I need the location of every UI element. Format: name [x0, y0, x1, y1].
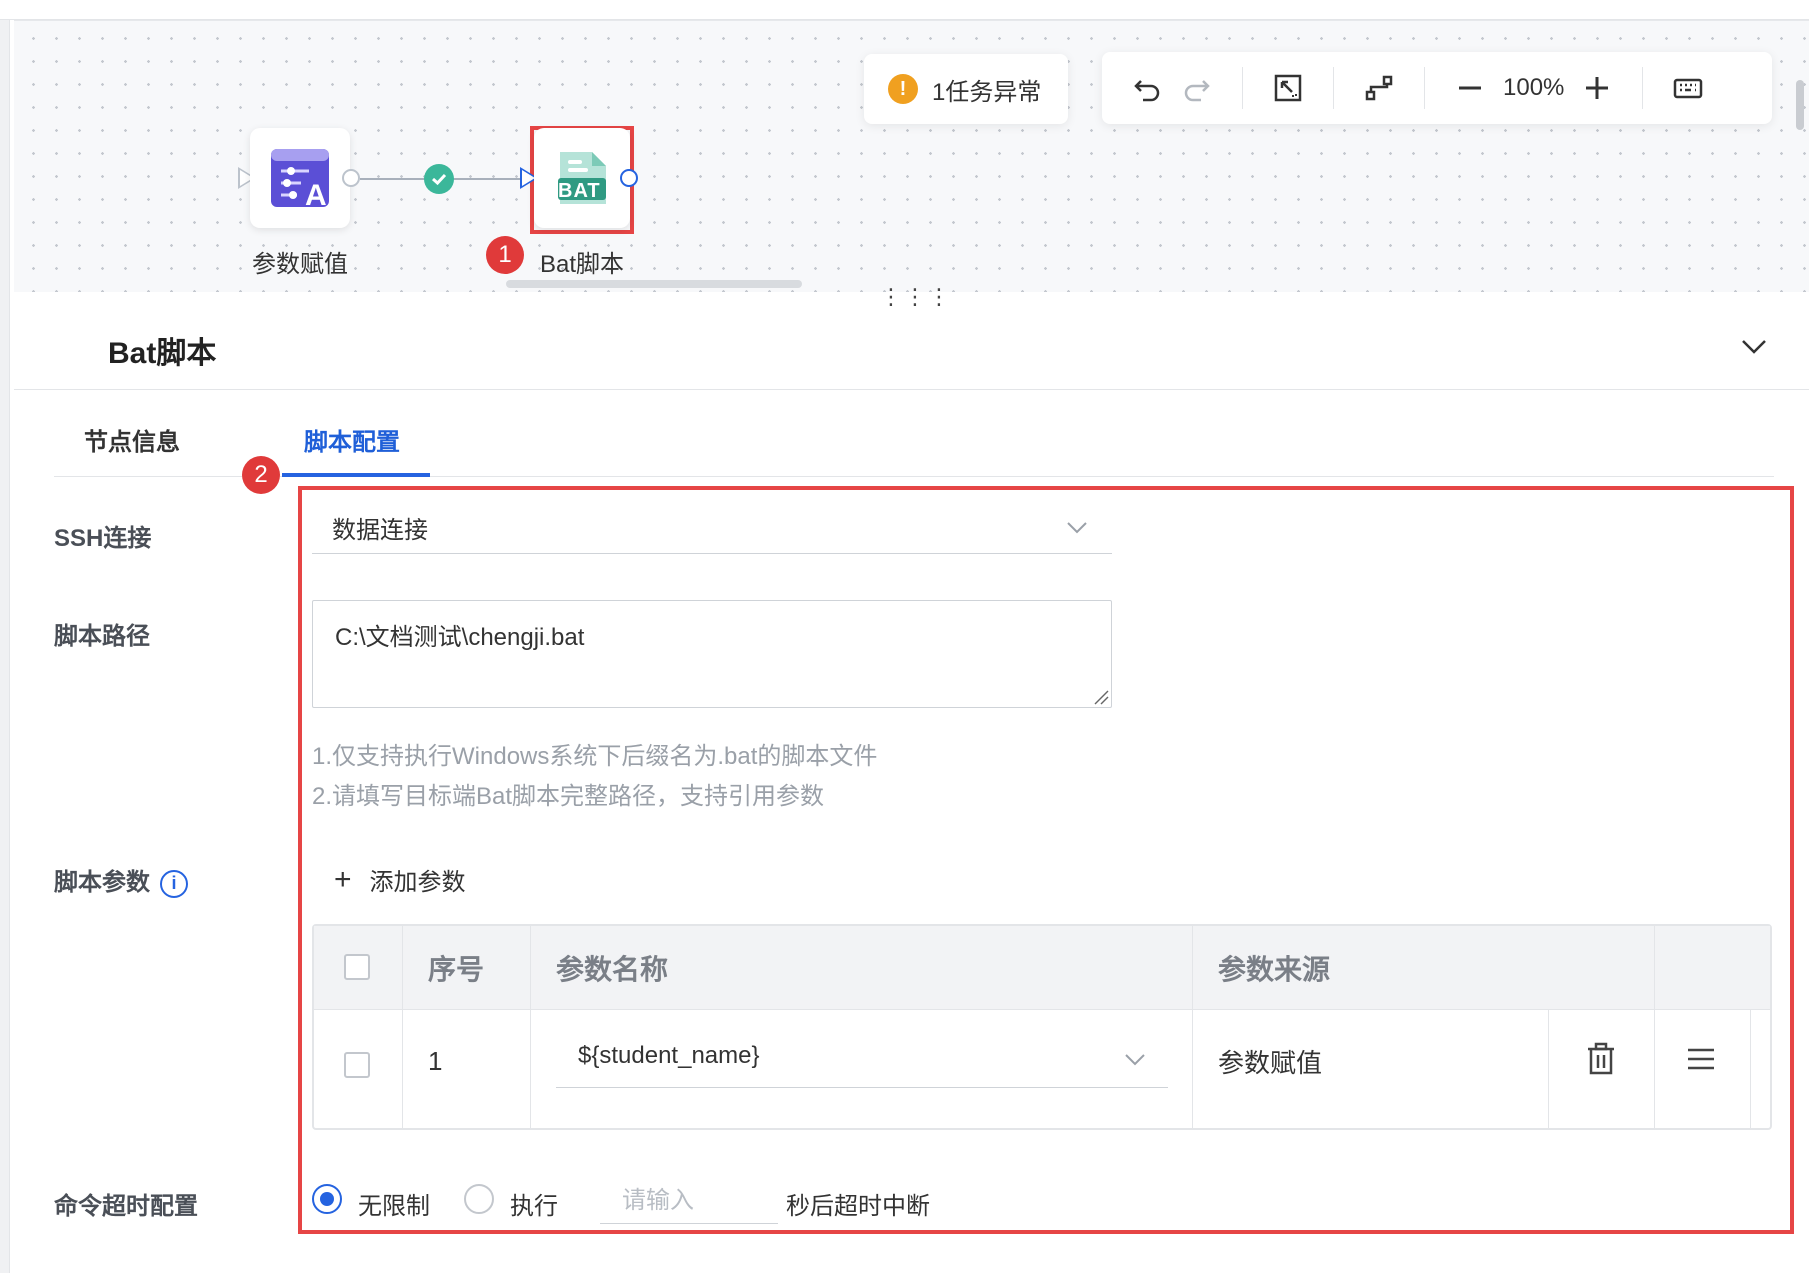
column-divider — [1548, 1010, 1549, 1128]
plus-icon — [1586, 77, 1609, 99]
script-path-input[interactable]: C:\文档测试\chengji.bat — [312, 600, 1112, 708]
params-table: 序号 参数名称 参数来源 1 ${student_name} 参数赋值 — [312, 924, 1772, 1130]
ssh-label: SSH连接 — [54, 525, 152, 552]
row-checkbox[interactable] — [344, 1052, 370, 1078]
canvas-scrollbar-horizontal[interactable] — [506, 280, 802, 288]
redo-button[interactable] — [1172, 63, 1222, 113]
column-divider — [1654, 926, 1655, 1128]
resize-grip-icon[interactable] — [1093, 689, 1109, 705]
chevron-down-icon — [1125, 1054, 1145, 1066]
task-alert[interactable]: ! 1任务异常 — [864, 54, 1068, 124]
node-bat-script[interactable]: BAT — [534, 128, 630, 228]
auto-layout-icon — [1365, 75, 1393, 101]
column-header-param-name: 参数名称 — [556, 954, 669, 985]
script-path-label: 脚本路径 — [54, 623, 150, 650]
column-divider — [402, 926, 403, 1128]
delete-row-button[interactable] — [1584, 1042, 1618, 1081]
alert-text: 1任务异常 — [932, 78, 1042, 106]
script-params-label: 脚本参数 i — [54, 862, 188, 898]
param-name-value: ${student_name} — [578, 1042, 760, 1069]
canvas-scrollbar-vertical[interactable] — [1796, 80, 1804, 130]
panel-divider — [14, 389, 1809, 390]
redo-icon — [1184, 80, 1210, 102]
timeout-suffix: 秒后超时中断 — [786, 1193, 930, 1220]
ssh-connection-value: 数据连接 — [332, 517, 428, 544]
drag-handle-icon — [1688, 1048, 1714, 1070]
active-tab-indicator — [282, 473, 430, 477]
timeout-label: 命令超时配置 — [54, 1193, 198, 1220]
collapse-panel-button[interactable] — [1738, 330, 1770, 362]
toolbar-separator — [1424, 67, 1425, 109]
annotation-badge-2: 2 — [242, 456, 280, 494]
param-assign-icon: A — [271, 149, 329, 209]
select-all-checkbox[interactable] — [344, 954, 370, 980]
trash-icon — [1588, 1042, 1614, 1075]
add-param-button[interactable]: + 添加参数 — [334, 862, 466, 897]
column-divider — [1192, 926, 1193, 1128]
ssh-connection-select[interactable]: 数据连接 — [312, 502, 1112, 554]
column-header-param-source: 参数来源 — [1218, 954, 1331, 985]
column-divider — [530, 926, 531, 1128]
undo-button[interactable] — [1122, 63, 1172, 113]
chevron-down-icon — [1742, 340, 1766, 354]
radio-execute[interactable] — [464, 1184, 494, 1214]
hint-line-2: 2.请填写目标端Bat脚本完整路径，支持引用参数 — [312, 783, 825, 810]
script-path-value: C:\文档测试\chengji.bat — [335, 624, 585, 651]
timeout-seconds-input[interactable]: 请输入 — [600, 1180, 778, 1224]
column-header-index: 序号 — [428, 954, 485, 985]
toolbar-separator — [1242, 67, 1243, 109]
node-output-port[interactable] — [620, 169, 638, 187]
fit-view-button[interactable] — [1263, 63, 1313, 113]
svg-text:A: A — [305, 179, 327, 209]
zoom-in-button[interactable] — [1572, 63, 1622, 113]
canvas-toolbar: 100% — [1102, 52, 1772, 124]
chevron-down-icon — [1067, 522, 1087, 534]
column-divider — [1750, 1010, 1751, 1128]
timeout-placeholder: 请输入 — [622, 1187, 694, 1214]
panel-resize-handle[interactable]: ⋮⋮⋮ — [880, 284, 952, 310]
row-index: 1 — [428, 1045, 443, 1076]
tab-node-info[interactable]: 节点信息 — [84, 422, 180, 457]
param-name-select[interactable]: ${student_name} — [556, 1038, 1168, 1088]
add-param-label: 添加参数 — [369, 869, 466, 896]
auto-layout-button[interactable] — [1354, 63, 1404, 113]
bat-icon-text: BAT — [558, 180, 601, 202]
drag-row-handle[interactable] — [1684, 1042, 1718, 1081]
radio-unlimited[interactable] — [312, 1184, 342, 1214]
param-source-value: 参数赋值 — [1218, 1047, 1323, 1078]
tab-script-config[interactable]: 脚本配置 — [304, 422, 400, 457]
radio-unlimited-label[interactable]: 无限制 — [358, 1186, 430, 1221]
panel-title: Bat脚本 — [108, 337, 217, 370]
edge-success-icon — [424, 164, 454, 194]
toolbar-separator — [1642, 67, 1644, 109]
node-output-port[interactable] — [342, 169, 360, 187]
minus-icon — [1459, 86, 1481, 90]
fit-view-icon — [1274, 74, 1302, 102]
zoom-out-button[interactable] — [1445, 63, 1495, 113]
info-icon[interactable]: i — [160, 869, 188, 898]
table-header — [314, 926, 1770, 1010]
node-label-bat-script: Bat脚本 — [540, 251, 625, 278]
undo-icon — [1134, 80, 1160, 102]
warning-icon: ! — [888, 74, 918, 104]
node-label-param-assign: 参数赋值 — [252, 251, 348, 278]
left-edge — [0, 20, 10, 1273]
node-param-assign[interactable]: A — [250, 128, 350, 228]
hint-line-1: 1.仅支持执行Windows系统下后缀名为.bat的脚本文件 — [312, 743, 878, 770]
radio-execute-label[interactable]: 执行 — [510, 1186, 558, 1221]
annotation-badge-1: 1 — [486, 236, 524, 274]
plus-icon: + — [334, 862, 352, 896]
keyboard-shortcuts-button[interactable] — [1663, 63, 1713, 113]
zoom-level: 100% — [1503, 74, 1565, 101]
script-params-label-text: 脚本参数 — [54, 869, 150, 896]
toolbar-separator — [1333, 67, 1334, 109]
keyboard-icon — [1674, 78, 1703, 99]
